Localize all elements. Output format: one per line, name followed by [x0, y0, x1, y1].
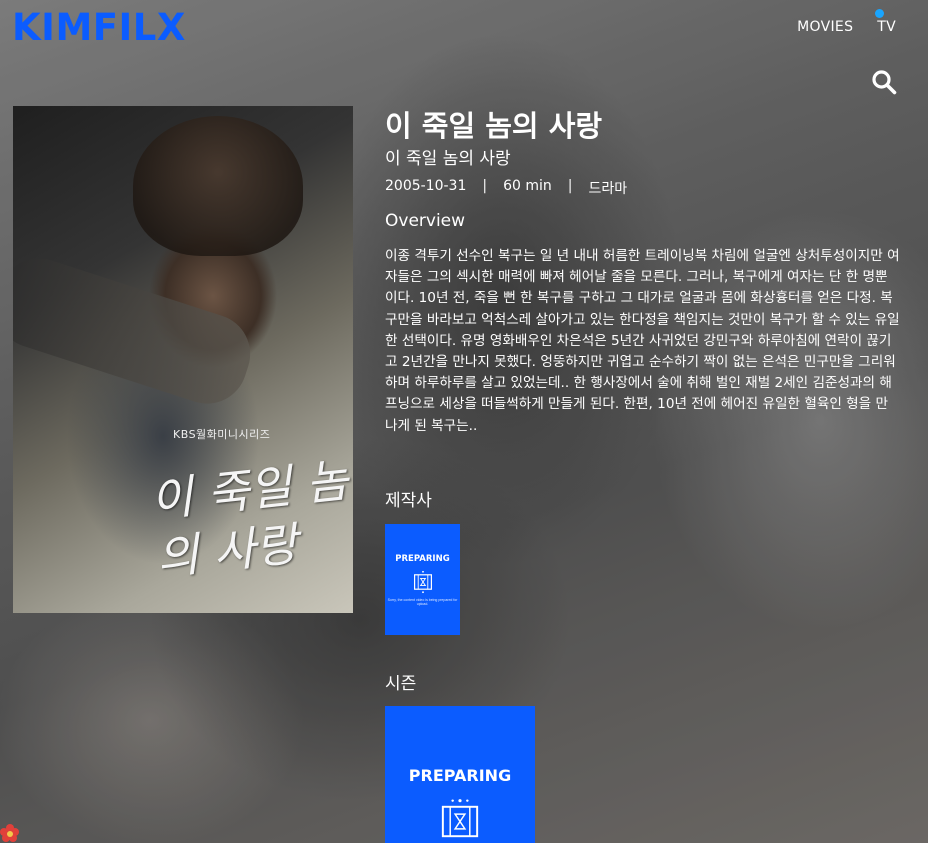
site-logo[interactable]: KIMFILX: [12, 6, 186, 49]
season-card[interactable]: PREPARING: [385, 706, 535, 843]
poster-figure-arm: [13, 248, 261, 414]
preparing-label: PREPARING: [408, 766, 512, 785]
poster-figure-head: [133, 116, 303, 256]
film-hourglass-icon: [413, 570, 432, 594]
runtime: 60 min: [503, 178, 552, 194]
meta-separator: |: [567, 178, 573, 194]
page-title: 이 죽일 놈의 사랑: [385, 109, 603, 143]
genre: 드라마: [588, 181, 628, 197]
producer-heading: 제작사: [385, 491, 432, 511]
poster-title-art: 이 죽일 놈의 사랑: [147, 453, 351, 586]
overview-text: 이종 격투기 선수인 복구는 일 년 내내 허름한 트레이닝복 차림에 얼굴엔 …: [385, 248, 900, 434]
nav-tv[interactable]: TV: [875, 9, 896, 35]
main-nav: MOVIES TV: [797, 9, 896, 35]
search-icon[interactable]: [871, 69, 897, 95]
poster-series-label: KBS월화미니시리즈: [173, 428, 271, 441]
meta-info: 2005-10-31 | 60 min | 드라마: [385, 178, 627, 198]
poster-image: KBS월화미니시리즈 이 죽일 놈의 사랑: [13, 106, 353, 613]
producer-card[interactable]: PREPARING Sorry, the content video is be…: [385, 524, 460, 635]
nav-tv-label: TV: [877, 19, 896, 35]
film-hourglass-icon: [441, 799, 479, 838]
release-date: 2005-10-31: [385, 178, 467, 194]
original-title: 이 죽일 놈의 사랑: [385, 149, 511, 169]
preparing-label: PREPARING: [395, 554, 450, 564]
nav-movies[interactable]: MOVIES: [797, 19, 853, 35]
flower-icon: [0, 823, 20, 843]
preparing-message: Sorry, the content video is being prepar…: [387, 598, 458, 606]
meta-separator: |: [482, 178, 488, 194]
nav-movies-label: MOVIES: [797, 19, 854, 35]
overview-heading: Overview: [385, 211, 466, 231]
season-heading: 시즌: [385, 674, 417, 694]
